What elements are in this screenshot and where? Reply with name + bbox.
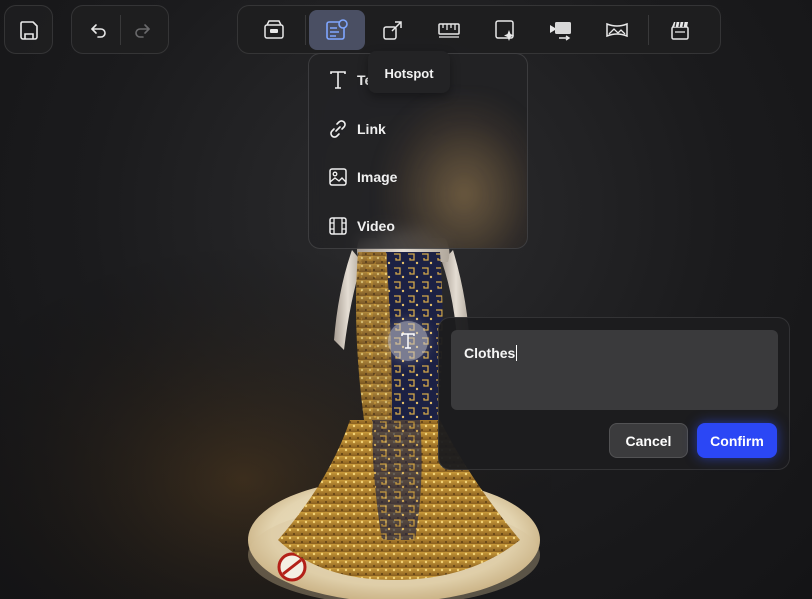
effects-tool[interactable] [477,10,533,50]
divider [119,14,121,45]
screen-swap-icon [550,21,571,41]
divider [648,14,649,45]
redo-icon [134,23,150,38]
video-icon [329,217,347,235]
redo-button[interactable] [126,14,158,46]
link-icon [330,119,346,138]
text-caret [516,345,518,361]
ruler-icon [438,22,460,38]
hotspot-text-input[interactable]: Clothes [451,330,778,410]
hotspot-icon [326,18,348,40]
text-icon [401,333,415,349]
transform-tool[interactable] [365,10,421,50]
landscape-icon [606,22,628,37]
menu-item-video[interactable]: Video [309,202,527,249]
cancel-button[interactable]: Cancel [609,423,688,458]
box-icon [264,19,284,39]
hotspot-text-panel: Clothes Cancel Confirm [438,317,790,470]
animation-tool[interactable] [652,10,708,50]
menu-item-image[interactable]: Image [309,153,527,202]
menu-item-label: Video [357,217,395,234]
hotspot-text-value: Clothes [464,345,516,361]
confirm-button[interactable]: Confirm [697,423,777,458]
hotspot-tool[interactable] [309,9,365,50]
hotspot-marker[interactable] [388,321,428,361]
clapperboard-icon [671,21,689,40]
menu-item-link[interactable]: Link [309,105,527,154]
save-icon [19,20,38,40]
model-tool[interactable] [246,10,302,50]
scale-icon [383,20,402,40]
sparkle-icon [495,19,514,41]
save-button[interactable] [13,14,45,46]
save-panel [4,5,53,54]
menu-item-label: Link [357,120,386,137]
camera-tool[interactable] [533,10,589,50]
undo-button[interactable] [83,14,115,46]
environment-tool[interactable] [589,10,645,50]
main-toolbar [237,5,721,54]
image-icon [329,168,347,186]
menu-item-label: Image [357,169,398,186]
undo-icon [90,23,106,38]
measure-tool[interactable] [421,10,477,50]
hotspot-tooltip: Hotspot [368,51,450,93]
divider [305,14,306,45]
history-panel [71,5,169,54]
text-icon [330,71,346,90]
